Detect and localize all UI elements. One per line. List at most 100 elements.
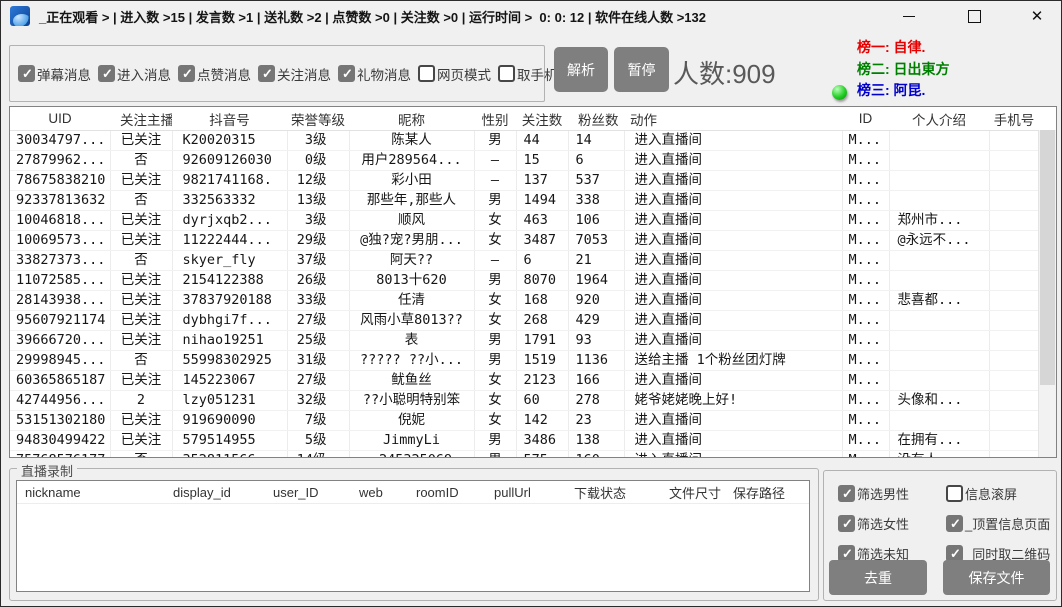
app-logo-icon xyxy=(10,6,30,26)
maximize-button[interactable] xyxy=(951,1,997,31)
cell-douyin-id: 145223067 xyxy=(172,371,287,391)
cell-nickname: 鱿鱼丝 xyxy=(349,371,474,391)
table-row[interactable]: 33827373... 否 skyer_fly 37级 阿天?? – 6 21 … xyxy=(10,251,1039,271)
cell-action: 进入直播间 xyxy=(624,331,842,351)
cell-douyin-id: dyrjxqb2... xyxy=(172,211,287,231)
column-header[interactable]: 关注数 xyxy=(516,107,568,131)
recording-column-header[interactable]: 文件尺寸 xyxy=(656,483,726,502)
cell-fans-count: 6 xyxy=(568,151,624,171)
recording-column-header[interactable]: 保存路径 xyxy=(726,483,792,502)
recording-column-header[interactable]: user_ID xyxy=(265,485,351,500)
cell-honor-level: 31级 xyxy=(287,351,349,371)
table-row[interactable]: 75768576177 否 352811566 14级 _245325069 男… xyxy=(10,451,1039,459)
table-row[interactable]: 95607921174 已关注 dybhgi7f... 27级 风雨小草8013… xyxy=(10,311,1039,331)
cell-gender: 男 xyxy=(474,131,516,151)
cell-bio xyxy=(889,311,989,331)
cell-douyin-id: 9821741168. xyxy=(172,171,287,191)
cell-phone xyxy=(989,351,1039,371)
message-type-checkbox[interactable]: 礼物消息 xyxy=(338,64,411,84)
dedupe-button[interactable]: 去重 xyxy=(829,560,927,595)
table-row[interactable]: 10069573... 已关注 11222444... 29级 @独?宠?男朋.… xyxy=(10,231,1039,251)
recording-column-header[interactable]: nickname xyxy=(17,485,165,500)
vertical-scrollbar[interactable] xyxy=(1038,130,1056,457)
close-button[interactable]: ✕ xyxy=(1014,1,1060,31)
filter-checkbox[interactable]: 筛选男性 xyxy=(838,484,909,503)
scrollbar-thumb[interactable] xyxy=(1040,130,1055,385)
message-type-checkbox[interactable]: 关注消息 xyxy=(258,64,331,84)
save-file-button[interactable]: 保存文件 xyxy=(943,560,1050,595)
checkbox-icon xyxy=(258,65,275,82)
table-row[interactable]: 11072585... 已关注 2154122388 26级 8013十620 … xyxy=(10,271,1039,291)
cell-follow-status: 已关注 xyxy=(110,291,172,311)
cell-action: 送给主播 1个粉丝团灯牌 xyxy=(624,351,842,371)
cell-nickname: 彩小田 xyxy=(349,171,474,191)
filter-checkbox[interactable]: _顶置信息页面 xyxy=(946,514,1050,533)
cell-id: M... xyxy=(842,251,889,271)
cell-uid: 53151302180 xyxy=(10,411,110,431)
table-row[interactable]: 94830499422 已关注 579514955 5级 JimmyLi 男 3… xyxy=(10,431,1039,451)
recording-column-header[interactable]: web xyxy=(351,485,408,500)
column-header[interactable]: 关注主播 xyxy=(110,107,172,131)
cell-id: M... xyxy=(842,211,889,231)
cell-fans-count: 429 xyxy=(568,311,624,331)
filter-checkbox[interactable]: 信息滚屏 xyxy=(946,484,1050,503)
table-row[interactable]: 27879962... 否 92609126030 0级 用户289564...… xyxy=(10,151,1039,171)
cell-nickname: 任清 xyxy=(349,291,474,311)
table-row[interactable]: 42744956... 2 lzy051231 32级 ??小聪明特别笨 女 6… xyxy=(10,391,1039,411)
user-table: UID 关注主播 抖音号 荣誉等级 昵称 性别 关注数 粉丝数 xyxy=(9,106,1057,458)
cell-nickname: @独?宠?男朋... xyxy=(349,231,474,251)
cell-id: M... xyxy=(842,391,889,411)
column-header[interactable]: 荣誉等级 xyxy=(287,107,349,131)
cell-uid: 29998945... xyxy=(10,351,110,371)
table-row[interactable]: 53151302180 已关注 919690090 7级 倪妮 女 142 23… xyxy=(10,411,1039,431)
table-row[interactable]: 28143938... 已关注 37837920188 33级 任清 女 168… xyxy=(10,291,1039,311)
table-row[interactable]: 78675838210 已关注 9821741168. 12级 彩小田 – 13… xyxy=(10,171,1039,191)
cell-uid: 27879962... xyxy=(10,151,110,171)
table-row[interactable]: 39666720... 已关注 nihao19251 25级 表 男 1791 … xyxy=(10,331,1039,351)
column-header[interactable]: 动作 xyxy=(624,107,842,131)
close-icon: ✕ xyxy=(1031,7,1044,25)
column-header[interactable]: 个人介绍 xyxy=(889,107,989,131)
cell-fans-count: 21 xyxy=(568,251,624,271)
filter-checkbox[interactable]: 筛选女性 xyxy=(838,514,909,533)
parse-button[interactable]: 解析 xyxy=(554,47,608,92)
message-type-checkbox[interactable]: 网页模式 xyxy=(418,64,491,84)
recording-column-header[interactable]: roomID xyxy=(408,485,486,500)
column-header[interactable]: 粉丝数 xyxy=(568,107,624,131)
cell-id: M... xyxy=(842,231,889,251)
table-row[interactable]: 60365865187 已关注 145223067 27级 鱿鱼丝 女 2123… xyxy=(10,371,1039,391)
checkbox-label: 弹幕消息 xyxy=(37,64,91,84)
cell-nickname: 8013十620 xyxy=(349,271,474,291)
ranking-line: 榜三: 阿昆. xyxy=(857,80,950,102)
column-header[interactable]: 抖音号 xyxy=(172,107,287,131)
cell-uid: 78675838210 xyxy=(10,171,110,191)
column-header[interactable]: ID xyxy=(842,107,889,131)
table-row[interactable]: 10046818... 已关注 dyrjxqb2... 3级 顺风 女 463 … xyxy=(10,211,1039,231)
column-header[interactable]: 昵称 xyxy=(349,107,474,131)
column-header[interactable]: 性别 xyxy=(474,107,516,131)
cell-phone xyxy=(989,451,1039,459)
recording-column-header[interactable]: 下载状态 xyxy=(566,483,656,502)
cell-honor-level: 33级 xyxy=(287,291,349,311)
pause-button[interactable]: 暂停 xyxy=(614,47,669,92)
column-header[interactable]: UID xyxy=(10,107,110,131)
recording-column-header[interactable]: display_id xyxy=(165,485,265,500)
minimize-button[interactable] xyxy=(886,1,932,31)
table-row[interactable]: 92337813632 否 332563332 13级 那些年,那些人 男 14… xyxy=(10,191,1039,211)
column-header[interactable]: 手机号 xyxy=(989,107,1039,131)
message-type-checkbox[interactable]: 点赞消息 xyxy=(178,64,251,84)
message-type-checkbox[interactable]: 进入消息 xyxy=(98,64,171,84)
table-row[interactable]: 29998945... 否 55998302925 31级 ????? ??小.… xyxy=(10,351,1039,371)
recording-table: nickname display_id user_ID web roomID p… xyxy=(16,480,810,592)
message-type-checkbox[interactable]: 弹幕消息 xyxy=(18,64,91,84)
cell-follow-status: 否 xyxy=(110,451,172,459)
cell-following-count: 2123 xyxy=(516,371,568,391)
cell-action: 进入直播间 xyxy=(624,151,842,171)
cell-gender: 女 xyxy=(474,311,516,331)
cell-bio xyxy=(889,271,989,291)
recording-column-header[interactable]: pullUrl xyxy=(486,485,566,500)
table-row[interactable]: 30034797... 已关注 K20020315 3级 陈某人 男 44 14… xyxy=(10,131,1039,151)
cell-phone xyxy=(989,211,1039,231)
cell-honor-level: 3级 xyxy=(287,211,349,231)
cell-bio xyxy=(889,131,989,151)
